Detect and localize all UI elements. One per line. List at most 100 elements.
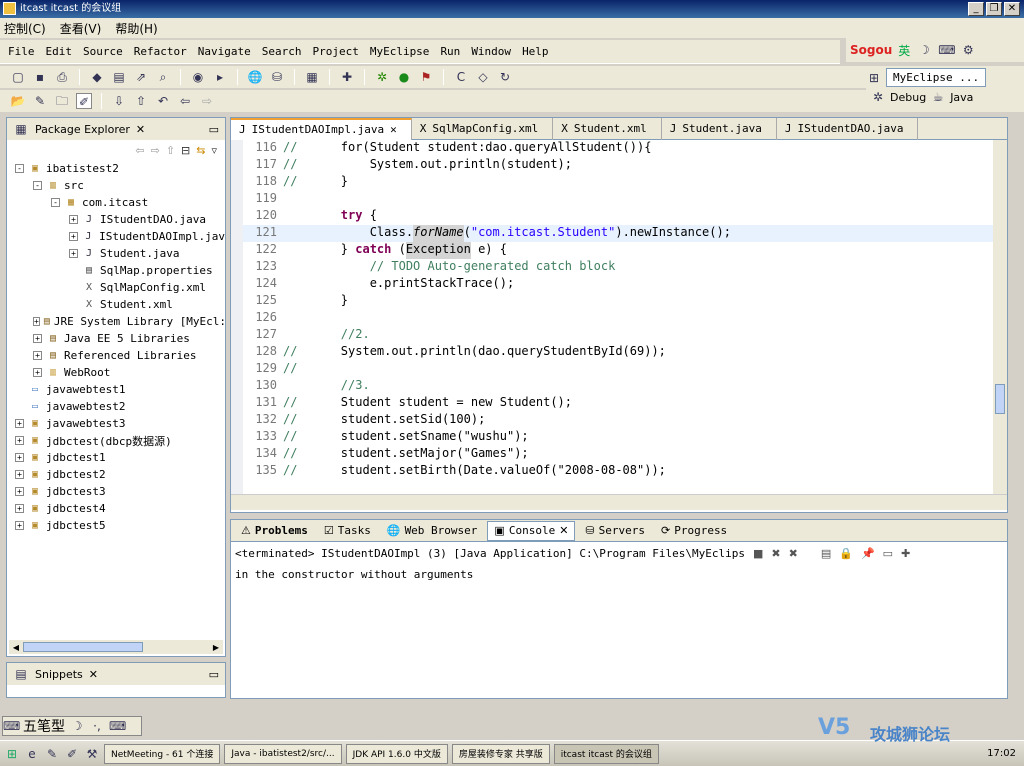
- tree-expander-icon[interactable]: +: [15, 419, 24, 428]
- punct-icon[interactable]: ·,: [89, 718, 105, 734]
- halfwidth-icon[interactable]: ☽: [69, 718, 85, 734]
- tree-expander-icon[interactable]: +: [15, 487, 24, 496]
- perspective-java[interactable]: Java: [950, 91, 973, 104]
- scroll-left-icon[interactable]: ◀: [9, 643, 23, 652]
- up-nav-icon[interactable]: ⇧: [166, 144, 175, 157]
- tree-expander-icon[interactable]: +: [15, 470, 24, 479]
- pen-icon[interactable]: ✎: [32, 93, 48, 109]
- menu-search[interactable]: Search: [262, 45, 302, 58]
- last-edit-icon[interactable]: ↶: [155, 93, 171, 109]
- host-menu-help[interactable]: 帮助(H): [115, 20, 157, 37]
- task-java[interactable]: Java - ibatistest2/src/...: [224, 743, 342, 764]
- host-menu-control[interactable]: 控制(C): [4, 20, 46, 37]
- keyboard-icon[interactable]: ⌨: [938, 42, 955, 58]
- tree-expander-icon[interactable]: +: [15, 521, 24, 530]
- task-itcast[interactable]: itcast itcast 的会议组: [553, 743, 659, 764]
- tree-item[interactable]: - ▥ src: [15, 177, 225, 194]
- console-tab[interactable]: ⚠ Problems: [235, 521, 314, 541]
- tree-item[interactable]: ▤ SqlMap.properties: [15, 262, 225, 279]
- menu-myeclipse[interactable]: MyEclipse: [370, 45, 430, 58]
- start-icon[interactable]: ⊞: [4, 746, 20, 762]
- terminate-icon[interactable]: ■: [753, 547, 763, 560]
- search-icon[interactable]: ⌕: [155, 69, 171, 85]
- run-app-icon[interactable]: ▸: [212, 69, 228, 85]
- close-console-icon[interactable]: ✕: [559, 524, 568, 537]
- menu-file[interactable]: File: [8, 45, 35, 58]
- sogou-mode[interactable]: 英: [898, 42, 910, 59]
- ie-icon[interactable]: e: [24, 746, 40, 762]
- tree-expander-icon[interactable]: -: [33, 181, 42, 190]
- ime-label[interactable]: 五笔型: [23, 716, 65, 736]
- tree-item[interactable]: + ▤ Referenced Libraries: [15, 347, 225, 364]
- menu-help[interactable]: Help: [522, 45, 549, 58]
- forward-nav-icon[interactable]: ⇨: [151, 144, 160, 157]
- open-perspective-icon[interactable]: ⊞: [866, 70, 882, 86]
- menu-window[interactable]: Window: [471, 45, 511, 58]
- editor-tab[interactable]: J IStudentDAOImpl.java ✕: [231, 117, 412, 140]
- close-view-icon[interactable]: ✕: [136, 123, 145, 136]
- collapse-all-icon[interactable]: ⊟: [181, 144, 190, 157]
- tree-item[interactable]: + J IStudentDAO.java: [15, 211, 225, 228]
- moon-icon[interactable]: ☽: [916, 42, 932, 58]
- folder-icon[interactable]: 🗀: [54, 93, 70, 109]
- ime-icon[interactable]: ⌨: [3, 718, 20, 734]
- task-decoration[interactable]: 房屋装修专家 共享版: [451, 743, 550, 764]
- snippets-title[interactable]: Snippets: [35, 668, 83, 681]
- scroll-lock-icon[interactable]: 🔒: [839, 547, 853, 560]
- menu-run[interactable]: Run: [440, 45, 460, 58]
- open-console-icon[interactable]: ✚: [901, 547, 910, 560]
- tree-item[interactable]: X Student.xml: [15, 296, 225, 313]
- tree-item[interactable]: + ▥ WebRoot: [15, 364, 225, 381]
- link-editor-icon[interactable]: ⇆: [196, 144, 205, 157]
- save-icon[interactable]: ▪: [32, 69, 48, 85]
- run-icon[interactable]: ●: [396, 69, 412, 85]
- task-jdk-api[interactable]: JDK API 1.6.0 中文版: [345, 743, 448, 764]
- db-icon[interactable]: ⛁: [269, 69, 285, 85]
- minimize-button[interactable]: _: [968, 2, 984, 16]
- editor-tab[interactable]: J Student.java: [662, 117, 777, 140]
- editor-tab[interactable]: X Student.xml: [553, 117, 662, 140]
- remove-launch-icon[interactable]: ✖: [771, 547, 780, 560]
- menu-source[interactable]: Source: [83, 45, 123, 58]
- tree-item[interactable]: ▭ javawebtest1: [15, 381, 225, 398]
- perspective-myeclipse[interactable]: MyEclipse ...: [886, 68, 987, 87]
- tree-item[interactable]: + ▤ Java EE 5 Libraries: [15, 330, 225, 347]
- refresh-icon[interactable]: ↻: [497, 69, 513, 85]
- package-explorer-title[interactable]: Package Explorer: [35, 123, 130, 136]
- tree-item[interactable]: X SqlMapConfig.xml: [15, 279, 225, 296]
- task-netmeeting[interactable]: NetMeeting - 61 个连接: [104, 743, 221, 764]
- close-tab-icon[interactable]: ✕: [390, 123, 397, 136]
- console-tab[interactable]: ▣ Console ✕: [487, 520, 576, 541]
- minimize-view-icon[interactable]: ▭: [209, 123, 225, 136]
- tree-item[interactable]: + ▣ javawebtest3: [15, 415, 225, 432]
- server-icon[interactable]: ▤: [111, 69, 127, 85]
- scroll-thumb[interactable]: [23, 642, 143, 652]
- tree-item[interactable]: ▭ javawebtest2: [15, 398, 225, 415]
- tree-item[interactable]: + ▣ jdbctest5: [15, 517, 225, 534]
- tools-icon[interactable]: ⚒: [84, 746, 100, 762]
- minimize-snippets-icon[interactable]: ▭: [209, 668, 225, 681]
- clear-console-icon[interactable]: ▤: [821, 547, 831, 560]
- browser-icon[interactable]: ◉: [190, 69, 206, 85]
- new-icon[interactable]: ▢: [10, 69, 26, 85]
- console-tab[interactable]: ⛁ Servers: [579, 521, 651, 541]
- debug-run-icon[interactable]: ✲: [374, 69, 390, 85]
- editor-hscrollbar[interactable]: [231, 494, 1007, 510]
- paint-icon[interactable]: ✐: [64, 746, 80, 762]
- wrench-icon[interactable]: ⚙: [960, 42, 976, 58]
- tree-expander-icon[interactable]: +: [33, 317, 40, 326]
- console-tab[interactable]: ⟳ Progress: [655, 521, 733, 541]
- tree-expander-icon[interactable]: -: [51, 198, 60, 207]
- external-tools-icon[interactable]: ⚑: [418, 69, 434, 85]
- tree-expander-icon[interactable]: +: [15, 504, 24, 513]
- tree-item[interactable]: - ▣ ibatistest2: [15, 160, 225, 177]
- menu-navigate[interactable]: Navigate: [198, 45, 251, 58]
- open-type-icon[interactable]: ◆: [89, 69, 105, 85]
- tree-expander-icon[interactable]: +: [15, 453, 24, 462]
- console-tab[interactable]: ☑ Tasks: [318, 521, 377, 541]
- menu-project[interactable]: Project: [312, 45, 358, 58]
- editor-vscrollbar[interactable]: [993, 140, 1007, 494]
- tree-item[interactable]: + ▣ jdbctest1: [15, 449, 225, 466]
- print-icon[interactable]: ⎙: [54, 69, 70, 85]
- tree-expander-icon[interactable]: +: [69, 249, 78, 258]
